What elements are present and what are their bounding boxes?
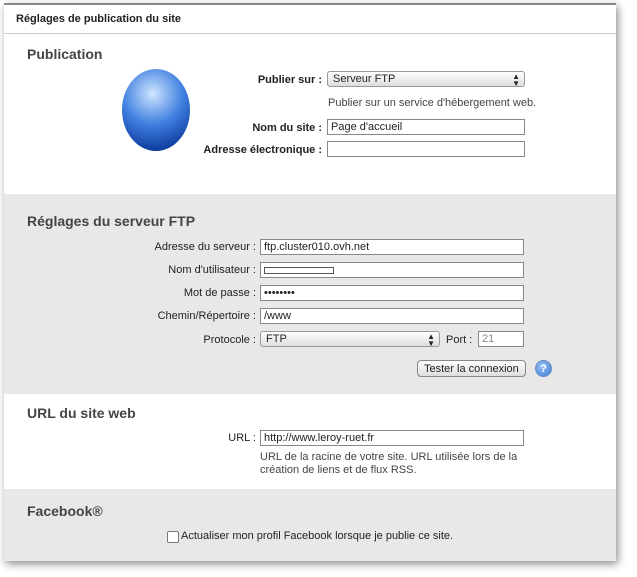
port-input[interactable]: 21 xyxy=(478,331,524,347)
redacted-username xyxy=(264,267,334,274)
server-label: Adresse du serveur : xyxy=(154,241,257,253)
facebook-checkbox-label[interactable]: Actualiser mon profil Facebook lorsque j… xyxy=(181,530,453,542)
facebook-section: Facebook® Actualiser mon profil Facebook… xyxy=(4,489,616,561)
ftp-section: Réglages du serveur FTP Adresse du serve… xyxy=(4,194,616,394)
password-input[interactable]: •••••••• xyxy=(260,285,524,301)
publish-on-select[interactable]: Serveur FTP ▲ ▼ xyxy=(327,71,525,88)
test-connection-button[interactable]: Tester la connexion xyxy=(417,360,526,377)
window-title: Réglages de publication du site xyxy=(4,5,616,34)
protocol-value: FTP xyxy=(266,333,287,345)
site-name-label: Nom du site : xyxy=(252,122,322,134)
publish-hint: Publier sur un service d'hébergement web… xyxy=(328,97,537,109)
facebook-heading: Facebook® xyxy=(27,503,103,519)
url-heading: URL du site web xyxy=(27,405,136,421)
email-label: Adresse électronique : xyxy=(203,144,322,156)
protocol-select[interactable]: FTP ▲ ▼ xyxy=(260,331,440,348)
url-hint-line1: URL de la racine de votre site. URL util… xyxy=(260,451,518,463)
url-hint-line2: création de liens et de flux RSS. xyxy=(260,464,417,476)
facebook-update-checkbox[interactable] xyxy=(167,531,179,543)
username-input[interactable] xyxy=(260,262,524,278)
email-input[interactable] xyxy=(327,141,525,157)
ftp-heading: Réglages du serveur FTP xyxy=(27,213,196,229)
publish-on-value: Serveur FTP xyxy=(333,73,396,85)
url-label: URL : xyxy=(228,432,256,444)
username-label: Nom d'utilisateur : xyxy=(168,264,256,276)
url-input[interactable]: http://www.leroy-ruet.fr xyxy=(260,430,524,446)
site-name-input[interactable]: Page d'accueil xyxy=(327,119,525,135)
path-input[interactable]: /www xyxy=(260,308,524,324)
updown-arrows-icon: ▲ ▼ xyxy=(512,72,520,88)
protocol-label: Protocole : xyxy=(203,334,256,346)
url-section: URL du site web URL : http://www.leroy-r… xyxy=(4,394,616,489)
password-label: Mot de passe : xyxy=(183,287,256,299)
server-input[interactable]: ftp.cluster010.ovh.net xyxy=(260,239,524,255)
help-icon[interactable]: ? xyxy=(535,360,552,377)
updown-arrows-icon: ▲ ▼ xyxy=(427,332,435,348)
publish-on-label: Publier sur : xyxy=(257,74,322,86)
publication-section: Publication Publier sur : Serveur FTP ▲ ▼ … xyxy=(4,34,616,194)
publication-heading: Publication xyxy=(27,46,103,62)
path-label: Chemin/Répertoire : xyxy=(157,310,256,322)
publish-settings-window: Réglages de publication du site Publicat… xyxy=(4,3,616,561)
port-label: Port : xyxy=(446,334,473,346)
